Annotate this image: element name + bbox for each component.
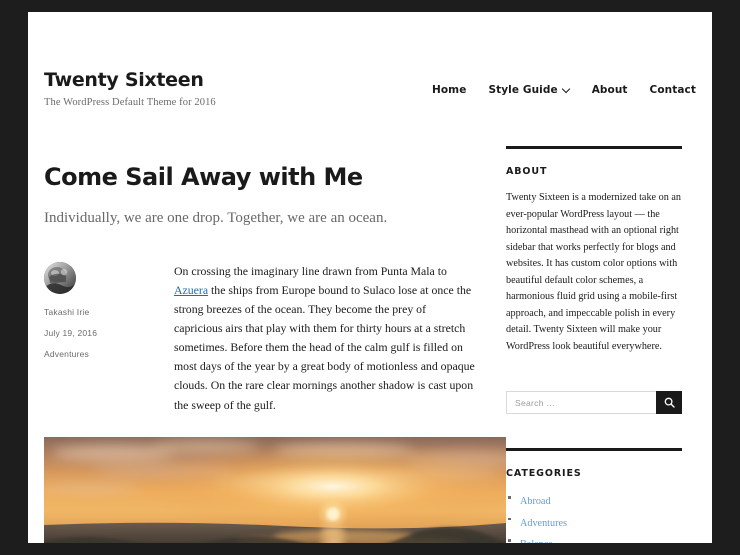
list-item[interactable]: Balance [506, 534, 682, 543]
search-icon [664, 397, 675, 408]
post-date-link[interactable]: July 19, 2016 [44, 328, 97, 338]
browser-viewport: Twenty Sixteen The WordPress Default The… [0, 0, 740, 555]
primary-navigation[interactable]: Home Style Guide About Contact [421, 84, 696, 96]
category-link[interactable]: Adventures [520, 518, 567, 529]
chevron-down-icon [563, 86, 570, 93]
site-title[interactable]: Twenty Sixteen [44, 70, 216, 91]
category-list: Abroad Adventures Balance Bay Boats Book… [506, 491, 682, 543]
search-input[interactable] [506, 391, 656, 415]
azuera-link[interactable]: Azuera [174, 283, 208, 297]
avatar [44, 261, 76, 294]
post-category[interactable]: Adventures [44, 349, 158, 359]
about-text: Twenty Sixteen is a modernized take on a… [506, 192, 681, 352]
widget-title-about: About [506, 166, 548, 177]
category-link[interactable]: Abroad [520, 496, 551, 507]
post-category-link[interactable]: Adventures [44, 349, 89, 359]
post-author[interactable]: Takashi Irie [44, 307, 158, 317]
post-paragraph-part1: On crossing the imaginary line drawn fro… [174, 263, 447, 278]
site-header: Twenty Sixteen The WordPress Default The… [28, 12, 712, 118]
widget-categories: Categories Abroad Adventures Balance Bay… [506, 448, 682, 543]
main-content: Come Sail Away with Me Individually, we … [44, 118, 506, 543]
post-content: On crossing the imaginary line drawn fro… [174, 262, 476, 415]
post-body-row: Takashi Irie July 19, 2016 Adventures On… [44, 261, 476, 415]
nav-item-contact[interactable]: Contact [639, 84, 696, 96]
sidebar: About Twenty Sixteen is a modernized tak… [506, 118, 682, 543]
post-date[interactable]: July 19, 2016 [44, 328, 158, 338]
page-canvas: Twenty Sixteen The WordPress Default The… [28, 12, 712, 543]
site-tagline: The WordPress Default Theme for 2016 [44, 96, 216, 108]
category-link[interactable]: Balance [520, 539, 553, 543]
list-item[interactable]: Adventures [506, 513, 682, 531]
search-button[interactable] [656, 391, 682, 415]
nav-item-home[interactable]: Home [421, 84, 477, 96]
nav-item-style-guide[interactable]: Style Guide [477, 84, 580, 96]
site-branding: Twenty Sixteen The WordPress Default The… [44, 70, 216, 108]
nav-item-label: Contact [649, 84, 696, 96]
widget-divider [506, 146, 682, 149]
nav-item-about[interactable]: About [581, 84, 639, 96]
post-title[interactable]: Come Sail Away with Me [44, 163, 476, 192]
nav-item-label: Home [431, 84, 467, 96]
post-meta: Takashi Irie July 19, 2016 Adventures [44, 261, 174, 415]
nav-item-label: Style Guide [488, 84, 558, 96]
nav-item-label: About [591, 84, 628, 96]
widget-divider [506, 448, 682, 452]
post-featured-image[interactable] [44, 436, 506, 543]
post-paragraph-part2: the ships from Europe bound to Sulaco lo… [174, 282, 475, 412]
content-wrapper: Come Sail Away with Me Individually, we … [28, 118, 712, 543]
post-subtitle: Individually, we are one drop. Together,… [44, 209, 388, 226]
widget-title-categories: Categories [506, 468, 582, 480]
post-author-link[interactable]: Takashi Irie [44, 307, 89, 317]
widget-search[interactable] [506, 391, 682, 415]
widget-about: About Twenty Sixteen is a modernized tak… [506, 146, 682, 355]
post-paragraph: On crossing the imaginary line drawn fro… [174, 262, 476, 415]
list-item[interactable]: Abroad [506, 491, 682, 509]
